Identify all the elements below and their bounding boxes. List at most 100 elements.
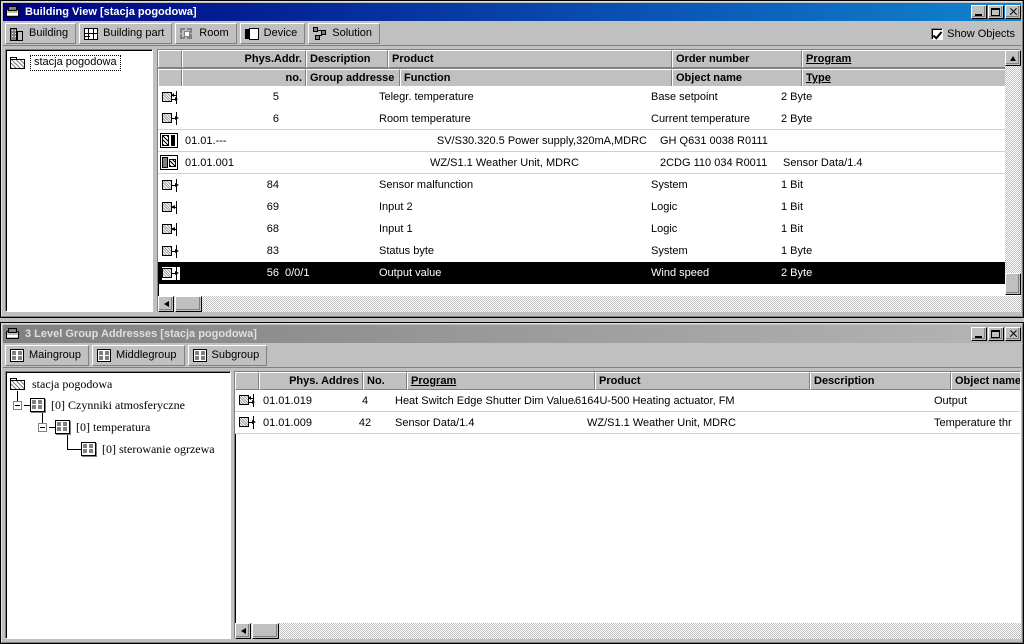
show-objects-control[interactable]: Show Objects xyxy=(931,27,1021,40)
close-button-2[interactable] xyxy=(1005,327,1021,341)
cell-function: Output value xyxy=(379,267,442,279)
list-header-row: Phys. Addres No. Program Product Descrip… xyxy=(235,372,1020,390)
building-tree-pane[interactable]: stacja pogodowa xyxy=(5,49,153,312)
middlegroup-icon xyxy=(96,348,112,364)
building-view-titlebar[interactable]: Building View [stacja pogodowa] xyxy=(3,3,1021,21)
list-vertical-scrollbar[interactable] xyxy=(1005,50,1021,295)
scroll-thumb-horizontal-2[interactable] xyxy=(252,623,279,639)
column-header-product[interactable]: Product xyxy=(388,50,672,68)
toolbar-button-room[interactable]: Room xyxy=(175,23,237,44)
group-addresses-titlebar[interactable]: 3 Level Group Addresses [stacja pogodowa… xyxy=(3,325,1021,343)
column-header-type[interactable]: Type xyxy=(802,69,1012,87)
column-header-function[interactable]: Function xyxy=(400,69,672,87)
column-header-icon[interactable] xyxy=(158,50,182,68)
building-view-icon xyxy=(5,5,21,19)
power-supply-icon xyxy=(160,133,178,148)
cell-program: Sensor Data/1.4 xyxy=(783,156,863,169)
list-rows-2: 01.01.019 4 Heat Switch Edge Shutter Dim… xyxy=(235,390,1020,434)
building-object-list[interactable]: Phys.Addr. Description Product Order num… xyxy=(157,49,1021,312)
minimize-button-2[interactable] xyxy=(971,327,987,341)
toolbar-button-building[interactable]: Building xyxy=(5,23,77,44)
column-header-phys-address[interactable]: Phys. Addres xyxy=(259,372,363,390)
group-addresses-tree-pane[interactable]: stacja pogodowa [0] Czynniki atmosferycz… xyxy=(5,371,231,639)
table-row[interactable]: 01.01.009 42 Sensor Data/1.4 WZ/S1.1 Wea… xyxy=(235,412,1020,434)
desktop: Building View [stacja pogodowa] Building xyxy=(0,0,1024,644)
table-row[interactable]: 68 Input 1 Logic 1 Bit xyxy=(158,218,1020,240)
table-row[interactable]: 01.01.001 WZ/S1.1 Weather Unit, MDRC 2CD… xyxy=(158,152,1020,174)
tree-expander[interactable] xyxy=(13,401,22,410)
toolbar-button-device[interactable]: Device xyxy=(239,23,306,44)
column-header-description[interactable]: Description xyxy=(306,50,388,68)
cell-type: 1 Bit xyxy=(781,223,804,235)
tree-item-root[interactable]: stacja pogodowa xyxy=(10,55,121,71)
group-addresses-list[interactable]: Phys. Addres No. Program Product Descrip… xyxy=(234,371,1021,639)
table-row[interactable]: 83 Status byte System 1 Byte xyxy=(158,240,1020,262)
column-header-icon[interactable] xyxy=(235,372,259,390)
tree-item-sterowanie[interactable]: [0] sterowanie ogrzewa xyxy=(81,442,217,456)
toolbar-button-maingroup[interactable]: Maingroup xyxy=(5,345,89,366)
folder-icon xyxy=(10,377,27,391)
close-button[interactable] xyxy=(1005,5,1021,19)
cell-function: Room temperature xyxy=(379,112,471,125)
column-header-product[interactable]: Product xyxy=(595,372,810,390)
tree-connector xyxy=(67,435,68,450)
list-horizontal-scrollbar[interactable] xyxy=(158,296,1021,312)
cell-no: 56 xyxy=(266,267,279,279)
maximize-button[interactable] xyxy=(988,5,1004,19)
cell-function: Telegr. temperature xyxy=(379,91,474,103)
column-header-order-number[interactable]: Order number xyxy=(672,50,802,68)
column-header-icon-2[interactable] xyxy=(158,69,182,87)
cell-product: WZ/S1.1 Weather Unit, MDRC xyxy=(430,156,579,169)
table-row-selected[interactable]: 56 0/0/1 Output value Wind speed 2 Byte xyxy=(158,262,1020,284)
weather-unit-icon xyxy=(160,155,178,170)
show-objects-checkbox[interactable] xyxy=(931,27,944,40)
column-header-no[interactable]: No. xyxy=(363,372,407,390)
object-out-icon xyxy=(162,178,180,192)
scroll-left-button[interactable] xyxy=(158,296,174,312)
column-header-object-name[interactable]: Object name xyxy=(672,69,802,87)
column-header-phys-addr[interactable]: Phys.Addr. xyxy=(182,50,306,68)
object-out-icon xyxy=(162,244,180,258)
toolbar-button-subgroup[interactable]: Subgroup xyxy=(187,345,268,366)
toolbar-button-building-part[interactable]: Building part xyxy=(79,23,173,44)
scroll-up-button[interactable] xyxy=(1005,50,1021,66)
tree-expander[interactable] xyxy=(38,423,47,432)
scroll-thumb-horizontal[interactable] xyxy=(175,296,202,312)
tree-item-root-2[interactable]: stacja pogodowa xyxy=(10,377,114,391)
object-in-icon xyxy=(162,200,180,214)
column-header-group-address[interactable]: Group addresse xyxy=(306,69,400,87)
cell-type: 1 Bit xyxy=(781,179,804,191)
tree-item-temperatura[interactable]: [0] temperatura xyxy=(55,420,152,434)
tree-item-czynniki[interactable]: [0] Czynniki atmosferyczne xyxy=(30,398,187,412)
list-horizontal-scrollbar-2[interactable] xyxy=(235,623,1021,639)
cell-object-name: Base setpoint xyxy=(651,91,718,103)
table-row[interactable]: 01.01.--- SV/S30.320.5 Power supply,320m… xyxy=(158,130,1020,152)
minimize-button[interactable] xyxy=(971,5,987,19)
group-addresses-title: 3 Level Group Addresses [stacja pogodowa… xyxy=(25,328,257,340)
scroll-thumb-vertical[interactable] xyxy=(1005,273,1021,295)
toolbar-button-solution[interactable]: Solution xyxy=(308,23,381,44)
tree-item-label: stacja pogodowa xyxy=(30,55,121,71)
column-header-program[interactable]: Program xyxy=(802,50,1012,68)
toolbar-label: Building part xyxy=(103,27,165,39)
tree-item-label: stacja pogodowa xyxy=(32,376,113,391)
scroll-left-button-2[interactable] xyxy=(235,623,251,639)
building-view-toolbar: Building Building part Room Device Solut… xyxy=(3,22,1021,46)
column-header-program[interactable]: Program xyxy=(407,372,595,390)
table-row[interactable]: 6 Room temperature Current temperature 2… xyxy=(158,108,1020,130)
toolbar-button-middlegroup[interactable]: Middlegroup xyxy=(91,345,185,366)
toolbar-label: Middlegroup xyxy=(115,349,177,361)
cell-phys-addr: 01.01.--- xyxy=(185,134,227,147)
table-row[interactable]: 5 Telegr. temperature Base setpoint 2 By… xyxy=(158,86,1020,108)
cell-type: 1 Byte xyxy=(781,245,813,257)
table-row[interactable]: 84 Sensor malfunction System 1 Bit xyxy=(158,174,1020,196)
cell-order-number: GH Q631 0038 R0111 xyxy=(660,134,768,147)
cell-group-address: 0/0/1 xyxy=(285,267,310,279)
column-header-object-name[interactable]: Object name xyxy=(951,372,1020,390)
column-header-no[interactable]: no. xyxy=(182,69,306,87)
table-row[interactable]: 69 Input 2 Logic 1 Bit xyxy=(158,196,1020,218)
cell-no: 6 xyxy=(272,112,279,125)
maximize-button-2[interactable] xyxy=(988,327,1004,341)
column-header-description[interactable]: Description xyxy=(810,372,951,390)
table-row[interactable]: 01.01.019 4 Heat Switch Edge Shutter Dim… xyxy=(235,390,1020,412)
